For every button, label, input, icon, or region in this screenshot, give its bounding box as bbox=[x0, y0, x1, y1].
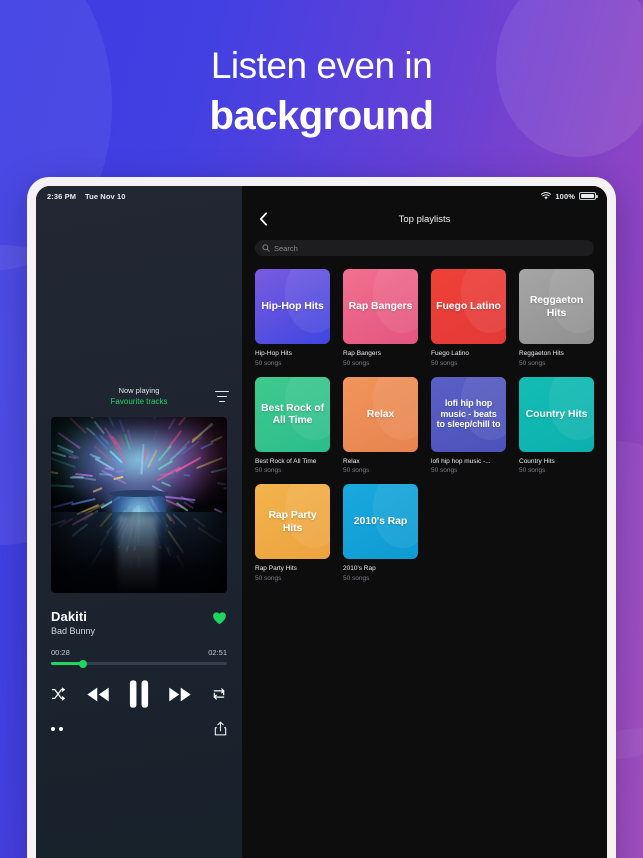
playlist-cover[interactable]: Rap Bangers bbox=[343, 269, 418, 344]
playlist-song-count: 50 songs bbox=[519, 467, 594, 474]
playlist-card[interactable]: Reggaeton Hits Reggaeton Hits 50 songs bbox=[519, 269, 594, 367]
tablet-screen: 2:36 PM Tue Nov 10 100% Now playing Favo… bbox=[36, 186, 607, 858]
playlist-name: Rap Bangers bbox=[343, 350, 418, 357]
elapsed-time: 00:28 bbox=[51, 648, 70, 657]
now-playing-playlist[interactable]: Favourite tracks bbox=[51, 397, 227, 406]
playlist-song-count: 50 songs bbox=[343, 360, 418, 367]
playlist-card[interactable]: Rap Bangers Rap Bangers 50 songs bbox=[343, 269, 418, 367]
playlist-cover-label: Reggaeton Hits bbox=[524, 294, 589, 319]
promo-headline: Listen even in background bbox=[0, 44, 643, 140]
playlist-card[interactable]: Country Hits Country Hits 50 songs bbox=[519, 377, 594, 475]
playlist-song-count: 50 songs bbox=[255, 467, 330, 474]
playlist-cover[interactable]: Country Hits bbox=[519, 377, 594, 452]
shuffle-icon[interactable] bbox=[51, 687, 67, 701]
playlist-song-count: 50 songs bbox=[255, 575, 330, 582]
playlist-card[interactable]: lofi hip hop music - beats to sleep/chil… bbox=[431, 377, 506, 475]
playlist-cover-label: 2010's Rap bbox=[354, 515, 407, 527]
track-info: Dakiti Bad Bunny bbox=[51, 609, 227, 636]
playlist-cover[interactable]: 2010's Rap bbox=[343, 484, 418, 559]
playlist-song-count: 50 songs bbox=[519, 360, 594, 367]
status-bar-date: Tue Nov 10 bbox=[85, 192, 125, 201]
search-placeholder: Search bbox=[274, 244, 298, 253]
now-playing-label: Now playing bbox=[51, 386, 227, 395]
playlist-song-count: 50 songs bbox=[343, 467, 418, 474]
playback-controls bbox=[51, 680, 227, 708]
playlist-cover[interactable]: Fuego Latino bbox=[431, 269, 506, 344]
progress-section: 00:28 02:51 bbox=[51, 648, 227, 665]
battery-percent-label: 100% bbox=[555, 192, 575, 201]
repeat-icon[interactable] bbox=[211, 687, 227, 701]
secondary-controls bbox=[51, 721, 227, 736]
album-artwork bbox=[51, 417, 227, 593]
playlist-cover[interactable]: Relax bbox=[343, 377, 418, 452]
playlist-cover[interactable]: lofi hip hop music - beats to sleep/chil… bbox=[431, 377, 506, 452]
playlist-cover-label: Rap Bangers bbox=[349, 300, 413, 312]
more-options-icon[interactable] bbox=[51, 727, 63, 731]
playlist-card[interactable]: Rap Party Hits Rap Party Hits 50 songs bbox=[255, 484, 330, 582]
share-icon[interactable] bbox=[214, 721, 227, 736]
playlist-song-count: 50 songs bbox=[431, 360, 506, 367]
playlist-cover[interactable]: Best Rock of All Time bbox=[255, 377, 330, 452]
pause-icon[interactable] bbox=[129, 680, 149, 708]
playlist-name: Best Rock of All Time bbox=[255, 458, 330, 465]
track-artist: Bad Bunny bbox=[51, 626, 95, 636]
playlist-name: lofi hip hop music -... bbox=[431, 458, 506, 465]
playlist-card[interactable]: Relax Relax 50 songs bbox=[343, 377, 418, 475]
playlist-name: Relax bbox=[343, 458, 418, 465]
wifi-icon bbox=[541, 192, 551, 200]
heart-filled-icon[interactable] bbox=[212, 611, 227, 625]
playlist-name: Country Hits bbox=[519, 458, 594, 465]
playlist-card[interactable]: Fuego Latino Fuego Latino 50 songs bbox=[431, 269, 506, 367]
playlist-name: Reggaeton Hits bbox=[519, 350, 594, 357]
playlist-cover[interactable]: Rap Party Hits bbox=[255, 484, 330, 559]
tablet-device-frame: 2:36 PM Tue Nov 10 100% Now playing Favo… bbox=[27, 177, 616, 858]
browse-pane: Top playlists Search Hip-Hop Hits Hip-Hop… bbox=[242, 186, 607, 858]
playlist-name: Fuego Latino bbox=[431, 350, 506, 357]
playlist-cover[interactable]: Hip-Hop Hits bbox=[255, 269, 330, 344]
playlist-cover-label: Rap Party Hits bbox=[260, 509, 325, 534]
playlist-cover[interactable]: Reggaeton Hits bbox=[519, 269, 594, 344]
playlist-name: Rap Party Hits bbox=[255, 565, 330, 572]
progress-slider[interactable] bbox=[51, 662, 227, 665]
playlist-cover-label: Fuego Latino bbox=[436, 300, 501, 312]
playlist-card[interactable]: 2010's Rap 2010's Rap 50 songs bbox=[343, 484, 418, 582]
total-duration: 02:51 bbox=[208, 648, 227, 657]
track-title: Dakiti bbox=[51, 609, 95, 624]
playlist-grid: Hip-Hop Hits Hip-Hop Hits 50 songs Rap Bang… bbox=[255, 269, 594, 582]
battery-icon bbox=[579, 192, 596, 200]
player-pane: Now playing Favourite tracks Dakiti Bad … bbox=[36, 186, 242, 858]
search-icon bbox=[262, 244, 270, 252]
page-title: Top playlists bbox=[255, 214, 594, 225]
playlist-name: Hip-Hop Hits bbox=[255, 350, 330, 357]
now-playing-header: Now playing Favourite tracks bbox=[51, 386, 227, 406]
artwork-vignette bbox=[51, 417, 227, 593]
top-navigation-bar: Top playlists bbox=[255, 208, 594, 230]
playlist-cover-label: Best Rock of All Time bbox=[260, 402, 325, 427]
playlist-cover-label: Hip-Hop Hits bbox=[261, 300, 323, 312]
playlist-song-count: 50 songs bbox=[431, 467, 506, 474]
search-input[interactable]: Search bbox=[255, 240, 594, 256]
status-bar: 2:36 PM Tue Nov 10 100% bbox=[36, 186, 607, 206]
promo-headline-line1: Listen even in bbox=[0, 44, 643, 88]
playlist-card[interactable]: Best Rock of All Time Best Rock of All Ti… bbox=[255, 377, 330, 475]
promo-headline-line2: background bbox=[0, 92, 643, 140]
playlist-cover-label: lofi hip hop music - beats to sleep/chil… bbox=[436, 398, 501, 430]
status-bar-time: 2:36 PM bbox=[47, 192, 76, 201]
playlist-cover-label: Relax bbox=[367, 408, 395, 420]
fast-forward-icon[interactable] bbox=[167, 686, 193, 703]
playlist-song-count: 50 songs bbox=[255, 360, 330, 367]
rewind-icon[interactable] bbox=[85, 686, 111, 703]
playlist-song-count: 50 songs bbox=[343, 575, 418, 582]
progress-knob[interactable] bbox=[79, 660, 87, 668]
playlist-card[interactable]: Hip-Hop Hits Hip-Hop Hits 50 songs bbox=[255, 269, 330, 367]
playlist-name: 2010's Rap bbox=[343, 565, 418, 572]
playlist-cover-label: Country Hits bbox=[526, 408, 588, 420]
equalizer-icon[interactable] bbox=[215, 391, 229, 402]
